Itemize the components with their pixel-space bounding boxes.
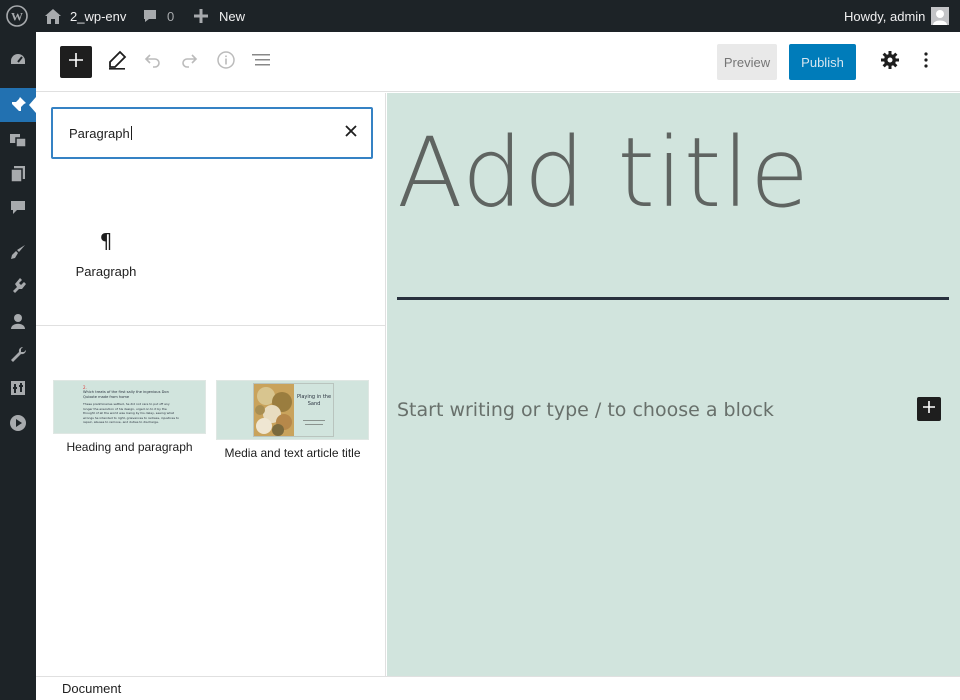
editor-header: Preview Publish: [36, 32, 960, 92]
pencil-icon: [107, 50, 127, 75]
admin-bar: W 2_wp-env 0 New Howdy, admin: [0, 0, 960, 32]
admin-sidebar: [0, 32, 36, 700]
preview-text-line: [303, 420, 325, 421]
list-view-icon: [250, 50, 272, 75]
close-icon: [345, 124, 357, 142]
redo-button[interactable]: [173, 46, 205, 78]
tools-icon[interactable]: [0, 338, 36, 372]
section-divider: [36, 325, 385, 326]
svg-text:W: W: [11, 10, 23, 24]
comments-link[interactable]: 0: [142, 0, 174, 32]
home-icon: [44, 8, 62, 25]
publish-button[interactable]: Publish: [789, 44, 856, 80]
dashboard-icon[interactable]: [0, 43, 36, 77]
preview-paragraph: These preliminaries settled, he did not …: [83, 402, 179, 424]
painting-thumbnail: [254, 384, 294, 436]
site-name-link[interactable]: 2_wp-env: [44, 0, 126, 32]
pages-icon[interactable]: [0, 157, 36, 191]
block-inserter-panel: Paragraph ¶ Paragraph 2. Which treats of…: [36, 93, 386, 676]
users-icon[interactable]: [0, 304, 36, 338]
details-button[interactable]: [210, 46, 242, 78]
plus-icon: [193, 8, 209, 24]
post-title-field[interactable]: Add title: [397, 117, 810, 229]
preview-heading: Which treats of the first sally the inge…: [83, 390, 169, 399]
default-block-appender[interactable]: Start writing or type / to choose a bloc…: [397, 399, 774, 421]
block-search-field[interactable]: Paragraph: [51, 107, 373, 159]
new-content-link[interactable]: New: [193, 0, 245, 32]
editor-canvas: Add title Start writing or type / to cho…: [387, 93, 960, 676]
wordpress-logo-icon[interactable]: W: [6, 0, 28, 32]
settings-icon[interactable]: [0, 371, 36, 405]
undo-icon: [143, 50, 163, 75]
editor-footer: Document: [36, 676, 960, 700]
list-view-button[interactable]: [245, 46, 277, 78]
pattern-preview: Playing in the Sand: [216, 380, 369, 440]
pattern-heading-and-paragraph[interactable]: 2. Which treats of the first sally the i…: [53, 380, 206, 454]
plus-icon: [922, 400, 936, 419]
redo-icon: [179, 50, 199, 75]
breadcrumb[interactable]: Document: [62, 681, 121, 696]
plus-icon: [68, 52, 84, 73]
pushpin-icon[interactable]: [0, 88, 36, 122]
comment-icon: [142, 8, 158, 24]
comments-count: 0: [167, 8, 175, 24]
pattern-preview: 2. Which treats of the first sally the i…: [53, 380, 206, 434]
pattern-media-and-text-article-title[interactable]: Playing in the Sand Media and text artic…: [216, 380, 369, 460]
gear-icon: [880, 50, 900, 75]
site-name: 2_wp-env: [70, 8, 127, 24]
search-input[interactable]: Paragraph: [69, 126, 132, 141]
title-separator: [397, 297, 949, 300]
settings-button[interactable]: [874, 46, 906, 78]
block-result-label: Paragraph: [75, 264, 137, 279]
options-button[interactable]: [910, 46, 942, 78]
media-icon[interactable]: [0, 123, 36, 157]
preview-text-line: [305, 424, 323, 425]
plugins-icon[interactable]: [0, 269, 36, 303]
new-label: New: [219, 8, 246, 24]
add-block-button[interactable]: [917, 397, 941, 421]
undo-button[interactable]: [137, 46, 169, 78]
clear-search-button[interactable]: [343, 125, 359, 141]
my-account[interactable]: Howdy, admin: [844, 0, 950, 32]
tools-button[interactable]: [101, 46, 133, 78]
pattern-label: Media and text article title: [224, 446, 361, 460]
avatar: [931, 7, 950, 25]
block-inserter-toggle[interactable]: [60, 46, 92, 78]
info-icon: [216, 50, 236, 75]
comments-icon[interactable]: [0, 190, 36, 224]
appearance-icon[interactable]: [0, 235, 36, 269]
preview-title: Playing in the Sand: [296, 394, 332, 407]
greeting: Howdy, admin: [844, 8, 926, 24]
block-result-paragraph[interactable]: ¶ Paragraph: [64, 228, 148, 298]
more-vertical-icon: [916, 50, 936, 75]
preview-button[interactable]: Preview: [717, 44, 777, 80]
pattern-label: Heading and paragraph: [66, 440, 193, 454]
paragraph-icon: ¶: [99, 229, 113, 253]
play-icon[interactable]: [0, 406, 36, 440]
